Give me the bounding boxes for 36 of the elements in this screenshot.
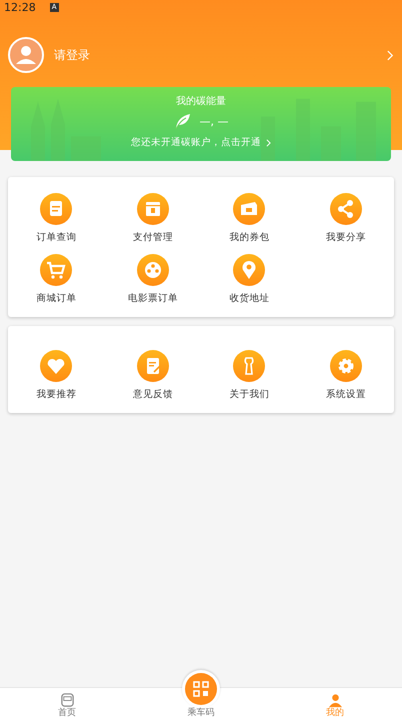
bus-icon	[60, 693, 74, 708]
person-icon	[328, 693, 342, 708]
menu-label: 我的券包	[229, 231, 270, 244]
nav-tab[interactable]: 乘车码	[134, 670, 268, 720]
menu-label: 订单查询	[36, 231, 76, 244]
box-icon[interactable]	[136, 193, 169, 225]
qr-code-icon	[185, 673, 217, 705]
menu-label: 支付管理	[132, 231, 173, 244]
nav-tab[interactable]: 我的	[268, 688, 402, 720]
status-time: 12:28	[4, 0, 36, 14]
menu-label: 收货地址	[229, 292, 270, 305]
menu-label: 我要推荐	[36, 388, 76, 401]
menu-label: 系统设置	[326, 388, 366, 401]
carbon-title: 我的碳能量	[176, 94, 226, 108]
open-account-link[interactable]: 您还未开通碳账户，点击开通	[131, 136, 261, 149]
chevron-right-icon[interactable]	[387, 50, 394, 60]
leaf-icon	[174, 112, 192, 130]
login-link[interactable]: 请登录	[54, 46, 377, 64]
menu-label: 商城订单	[36, 292, 76, 305]
menu-label: 电影票订单	[128, 292, 178, 305]
menu-label: 意见反馈	[132, 388, 173, 401]
nav-tab[interactable]: 首页	[0, 688, 134, 720]
carbon-value: —, —	[200, 114, 228, 128]
settings-icon[interactable]	[330, 350, 362, 382]
cart-icon[interactable]	[40, 254, 72, 286]
ticket-icon[interactable]	[233, 193, 266, 225]
avatar-icon[interactable]	[8, 37, 44, 73]
film-reel-icon[interactable]	[136, 254, 169, 286]
menu-label: 关于我们	[229, 388, 270, 401]
chevron-right-icon[interactable]	[266, 138, 271, 146]
share-icon[interactable]	[330, 193, 362, 225]
carbon-card[interactable]: 我的碳能量 —, — 您还未开通碳账户，点击开通	[11, 87, 391, 161]
menu-label: 我要分享	[326, 231, 366, 244]
clipboard-icon[interactable]	[40, 193, 72, 225]
location-pin-icon[interactable]	[233, 254, 266, 286]
edit-note-icon[interactable]	[136, 350, 169, 382]
